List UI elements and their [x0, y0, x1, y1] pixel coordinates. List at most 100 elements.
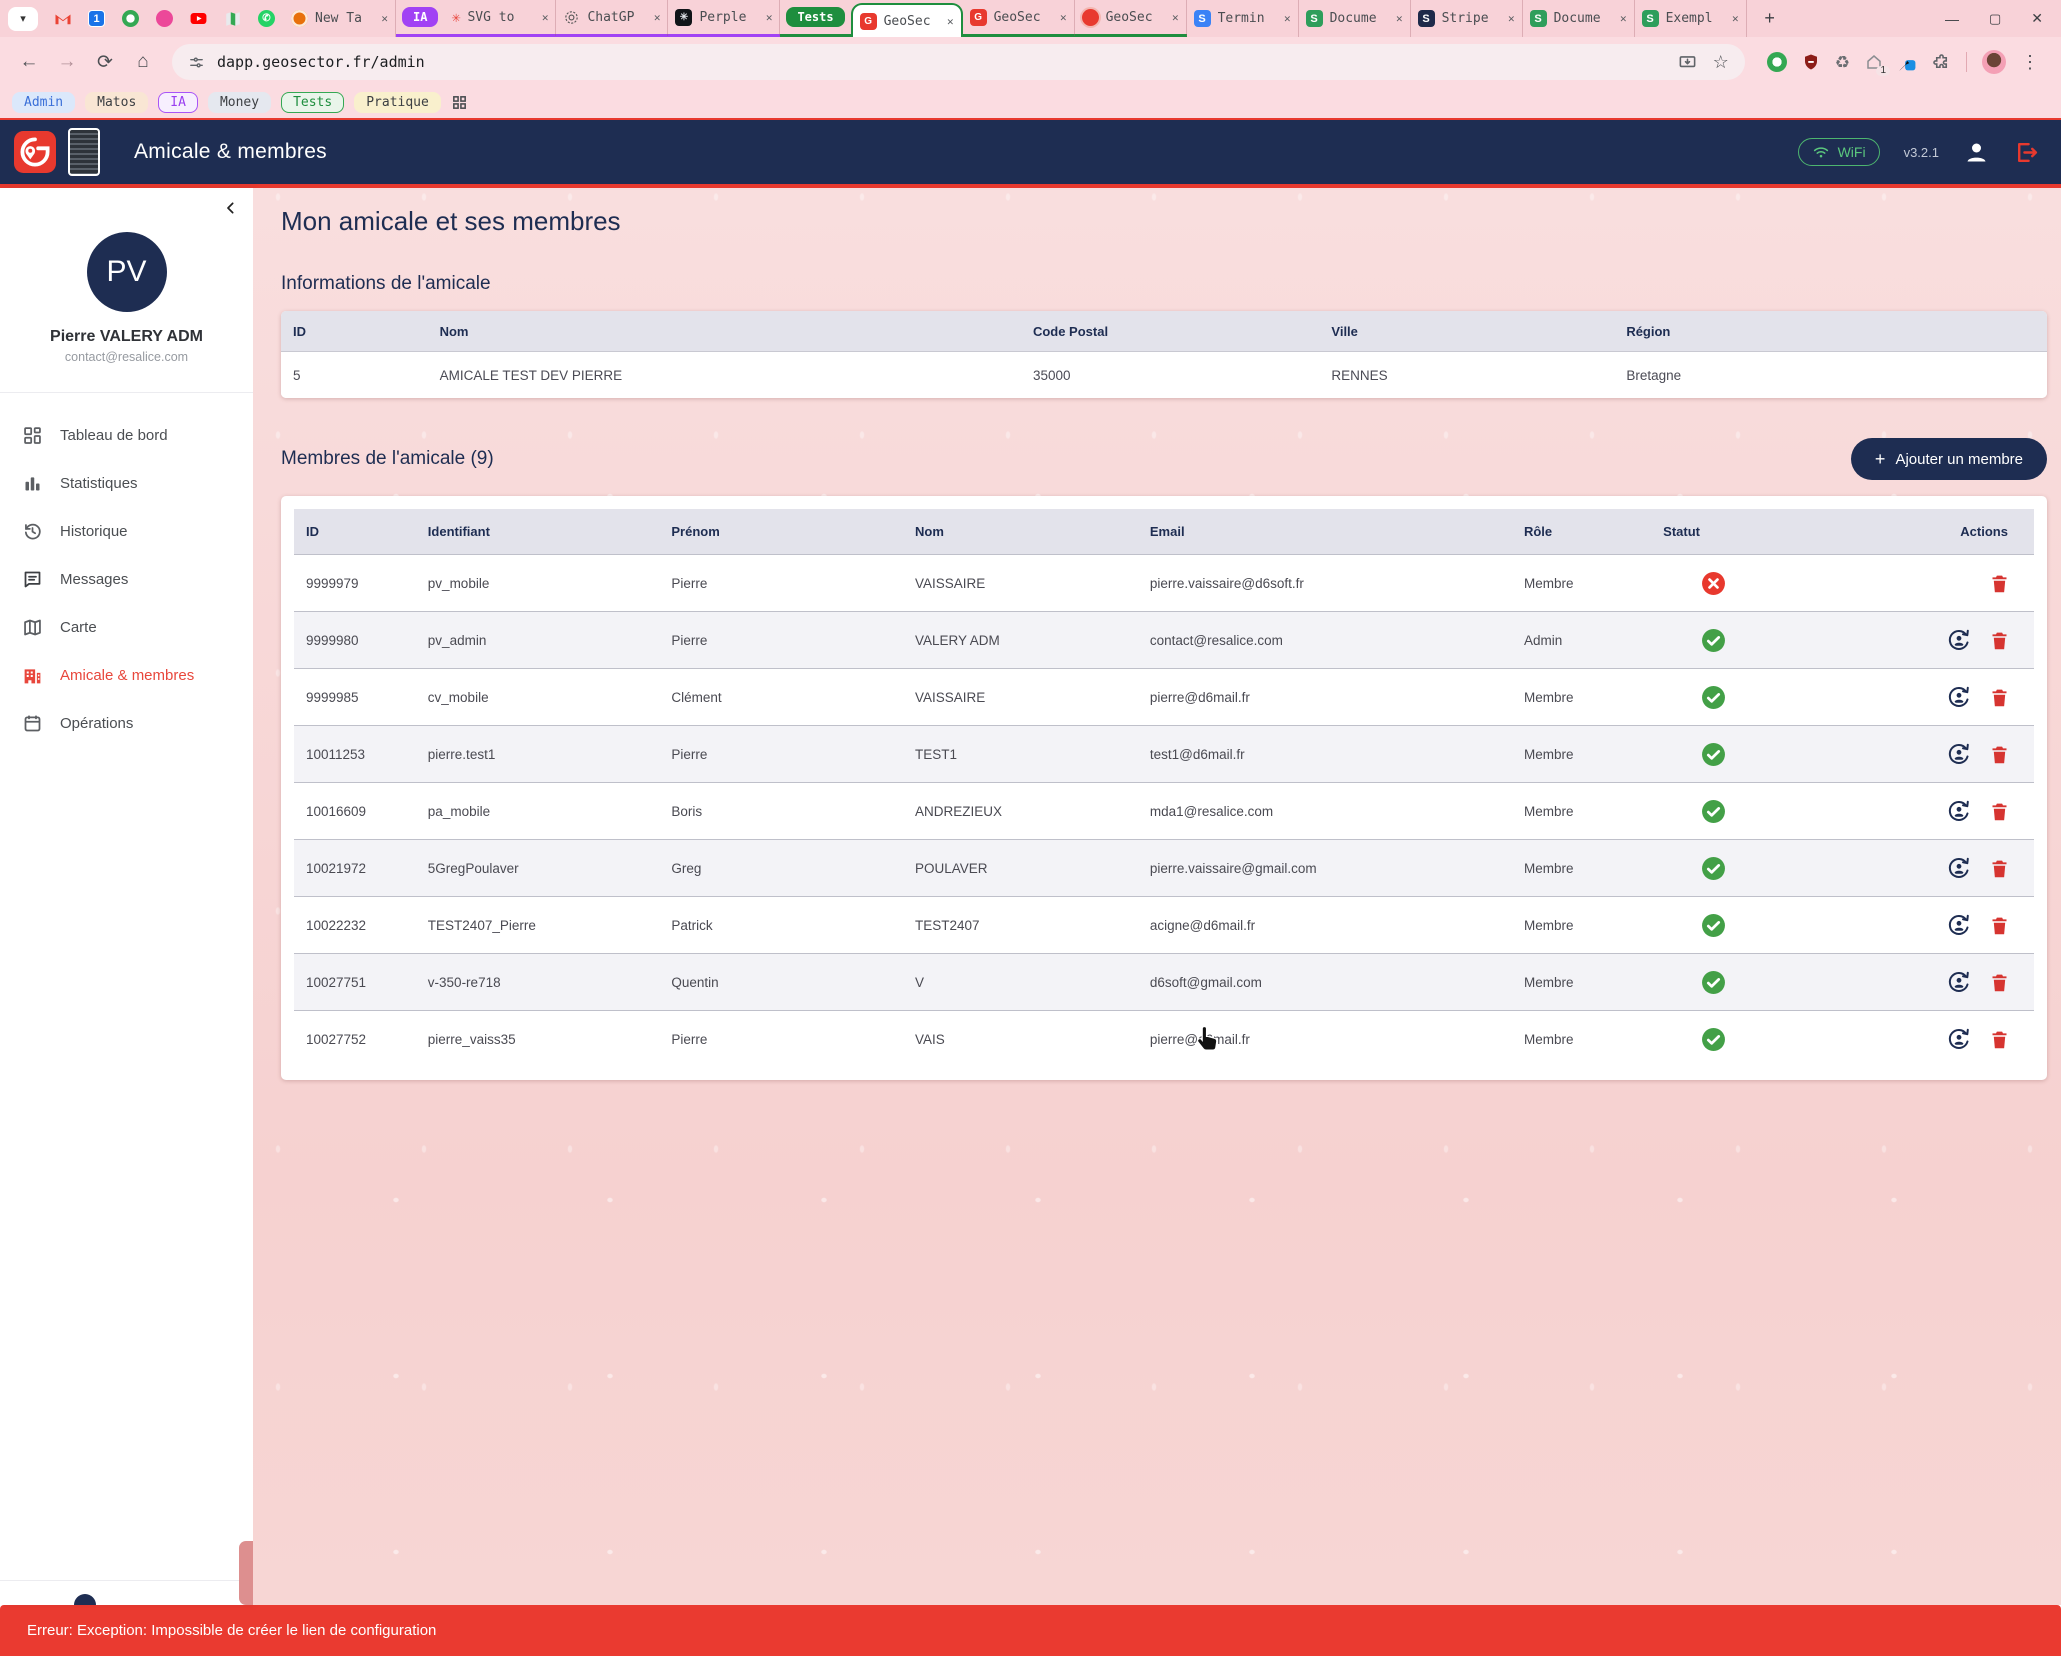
browser-tab[interactable]: GeoSec✕: [1075, 0, 1187, 36]
bookmark-ia[interactable]: IA: [158, 92, 198, 113]
extensions-puzzle-icon[interactable]: [1932, 53, 1951, 72]
back-button[interactable]: ←: [12, 45, 46, 79]
browser-tab[interactable]: SExempl✕: [1635, 0, 1747, 37]
browser-tab[interactable]: SDocume✕: [1299, 0, 1411, 37]
add-member-button[interactable]: + Ajouter un membre: [1851, 438, 2047, 480]
screenshot-thumbnail[interactable]: [68, 128, 100, 176]
sidebar-collapse-button[interactable]: [223, 200, 239, 216]
bookmark-star-icon[interactable]: ☆: [1713, 53, 1729, 71]
wifi-status-badge: WiFi: [1798, 138, 1880, 166]
tab-close-icon[interactable]: ✕: [654, 11, 661, 24]
sidebar-item-calendar[interactable]: Opérations: [0, 699, 253, 747]
impersonate-button[interactable]: [1947, 913, 1971, 937]
tab-group-label[interactable]: IA: [402, 7, 438, 27]
info-col-header: Ville: [1319, 311, 1614, 351]
tab-close-icon[interactable]: ✕: [381, 12, 388, 25]
sidebar-item-messages[interactable]: Messages: [0, 555, 253, 603]
back-arrow-icon: ←: [20, 51, 39, 73]
tab-close-icon[interactable]: ✕: [542, 11, 549, 24]
extensions-row: ♻ 1 ⋮: [1757, 50, 2049, 74]
browser-tab[interactable]: GGeoSec✕: [963, 0, 1075, 36]
tab-search-button[interactable]: ▾: [8, 7, 38, 31]
trash-button[interactable]: [1989, 630, 2010, 651]
building-icon: [22, 665, 43, 686]
tab-close-icon[interactable]: ✕: [1284, 12, 1291, 25]
sidebar-bottom-button[interactable]: [74, 1594, 96, 1605]
browser-tab[interactable]: SDocume✕: [1523, 0, 1635, 37]
tab-close-icon[interactable]: ✕: [1508, 12, 1515, 25]
trash-button[interactable]: [1989, 1029, 2010, 1050]
sidebar-item-building[interactable]: Amicale & membres: [0, 651, 253, 699]
tab-close-icon[interactable]: ✕: [1620, 12, 1627, 25]
tab-close-icon[interactable]: ✕: [1396, 12, 1403, 25]
home-button[interactable]: ⌂: [126, 45, 160, 79]
impersonate-button[interactable]: [1947, 1027, 1971, 1051]
maximize-button[interactable]: ▢: [1989, 11, 2001, 27]
logout-icon[interactable]: [2014, 140, 2039, 165]
tab-close-icon[interactable]: ✕: [947, 15, 954, 28]
s-blue-icon: S: [1194, 10, 1211, 27]
tab-group-label[interactable]: Tests: [786, 7, 844, 27]
user-account-icon[interactable]: [1963, 139, 1990, 166]
forward-button[interactable]: →: [50, 45, 84, 79]
close-window-button[interactable]: ✕: [2031, 10, 2043, 27]
tab-close-icon[interactable]: ✕: [766, 11, 773, 24]
sidebar-scrollbar[interactable]: [239, 1541, 253, 1605]
impersonate-button[interactable]: [1947, 628, 1971, 652]
bookmark-pratique[interactable]: Pratique: [354, 92, 441, 113]
browser-tab-active[interactable]: GGeoSec✕: [851, 3, 963, 37]
browser-tab[interactable]: ChatGP✕: [556, 0, 668, 36]
trash-button[interactable]: [1989, 915, 2010, 936]
impersonate-button[interactable]: [1947, 799, 1971, 823]
sidebar-item-dashboard[interactable]: Tableau de bord: [0, 411, 253, 459]
site-settings-icon[interactable]: [188, 54, 205, 71]
trash-button[interactable]: [1989, 801, 2010, 822]
pinned-tab-whatsapp[interactable]: ✆: [250, 0, 284, 37]
browser-tab[interactable]: ✳Perple✕: [668, 0, 780, 36]
impersonate-button[interactable]: [1947, 685, 1971, 709]
impersonate-button[interactable]: [1947, 742, 1971, 766]
trash-button[interactable]: [1989, 573, 2010, 594]
trash-button[interactable]: [1989, 972, 2010, 993]
bookmark-tests[interactable]: Tests: [281, 92, 344, 113]
address-bar[interactable]: dapp.geosector.fr/admin ☆: [172, 44, 1745, 80]
pinned-tab-design[interactable]: [148, 0, 182, 37]
sidebar-item-stats[interactable]: Statistiques: [0, 459, 253, 507]
pinned-tab-nature[interactable]: [114, 0, 148, 37]
install-app-icon[interactable]: [1678, 53, 1697, 72]
url-text[interactable]: dapp.geosector.fr/admin: [217, 53, 1666, 71]
recycle-extension-icon[interactable]: ♻: [1835, 54, 1850, 71]
minimize-button[interactable]: —: [1945, 11, 1959, 27]
tab-close-icon[interactable]: ✕: [1060, 11, 1067, 24]
pinned-tab-youtube[interactable]: [182, 0, 216, 37]
bookmark-admin[interactable]: Admin: [12, 92, 75, 113]
impersonate-button[interactable]: [1947, 856, 1971, 880]
picker-extension-icon[interactable]: [1898, 53, 1917, 72]
pinned-tab-calendar[interactable]: 1: [80, 0, 114, 37]
home-extension-icon[interactable]: 1: [1865, 53, 1883, 71]
browser-tab[interactable]: STermin✕: [1187, 0, 1299, 37]
browser-menu-icon[interactable]: ⋮: [2021, 53, 2039, 71]
new-tab-button[interactable]: +: [1755, 4, 1785, 34]
trash-button[interactable]: [1989, 744, 2010, 765]
impersonate-button[interactable]: [1947, 970, 1971, 994]
sidebar-item-map[interactable]: Carte: [0, 603, 253, 651]
pinned-tab-maps[interactable]: [216, 0, 250, 37]
browser-tab[interactable]: New Ta✕: [284, 0, 396, 37]
apps-grid-icon[interactable]: [451, 94, 468, 111]
shield-extension-icon[interactable]: [1802, 53, 1820, 71]
members-col-header: Nom: [903, 509, 1138, 554]
adblock-extension-icon[interactable]: [1767, 52, 1787, 72]
trash-button[interactable]: [1989, 687, 2010, 708]
trash-button[interactable]: [1989, 858, 2010, 879]
bookmark-matos[interactable]: Matos: [85, 92, 148, 113]
browser-tab[interactable]: ✳SVG to✕: [444, 0, 556, 36]
tab-close-icon[interactable]: ✕: [1732, 12, 1739, 25]
reload-button[interactable]: ⟳: [88, 45, 122, 79]
sidebar-item-history[interactable]: Historique: [0, 507, 253, 555]
browser-profile-avatar[interactable]: [1982, 50, 2006, 74]
tab-close-icon[interactable]: ✕: [1172, 11, 1179, 24]
browser-tab[interactable]: SStripe✕: [1411, 0, 1523, 37]
pinned-tab-gmail[interactable]: [46, 0, 80, 37]
bookmark-money[interactable]: Money: [208, 92, 271, 113]
